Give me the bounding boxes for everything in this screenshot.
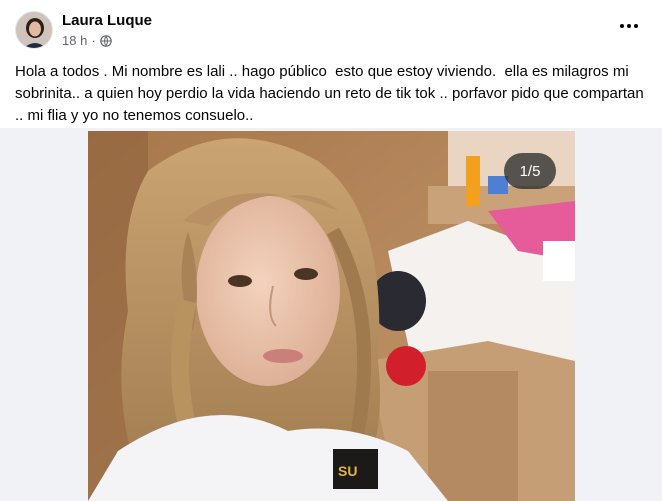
more-dot [627,24,631,28]
avatar[interactable] [15,11,53,49]
more-options-icon[interactable] [618,18,640,34]
post-meta: 18 h · [62,33,112,48]
avatar-image [16,12,52,48]
post-time[interactable]: 18 h [62,33,87,48]
more-dot [620,24,624,28]
more-dot [634,24,638,28]
globe-icon[interactable] [99,34,112,47]
photo-counter: 1/5 [504,153,556,189]
photo-scene: SU [88,131,575,501]
post-header: Laura Luque 18 h · [0,0,662,56]
jacket-badge-text: SU [338,463,357,479]
post-text: Hola a todos . Mi nombre es lali .. hago… [15,63,648,124]
post-photo[interactable]: SU [88,131,575,501]
author-name[interactable]: Laura Luque [62,12,152,29]
meta-separator: · [91,33,96,48]
